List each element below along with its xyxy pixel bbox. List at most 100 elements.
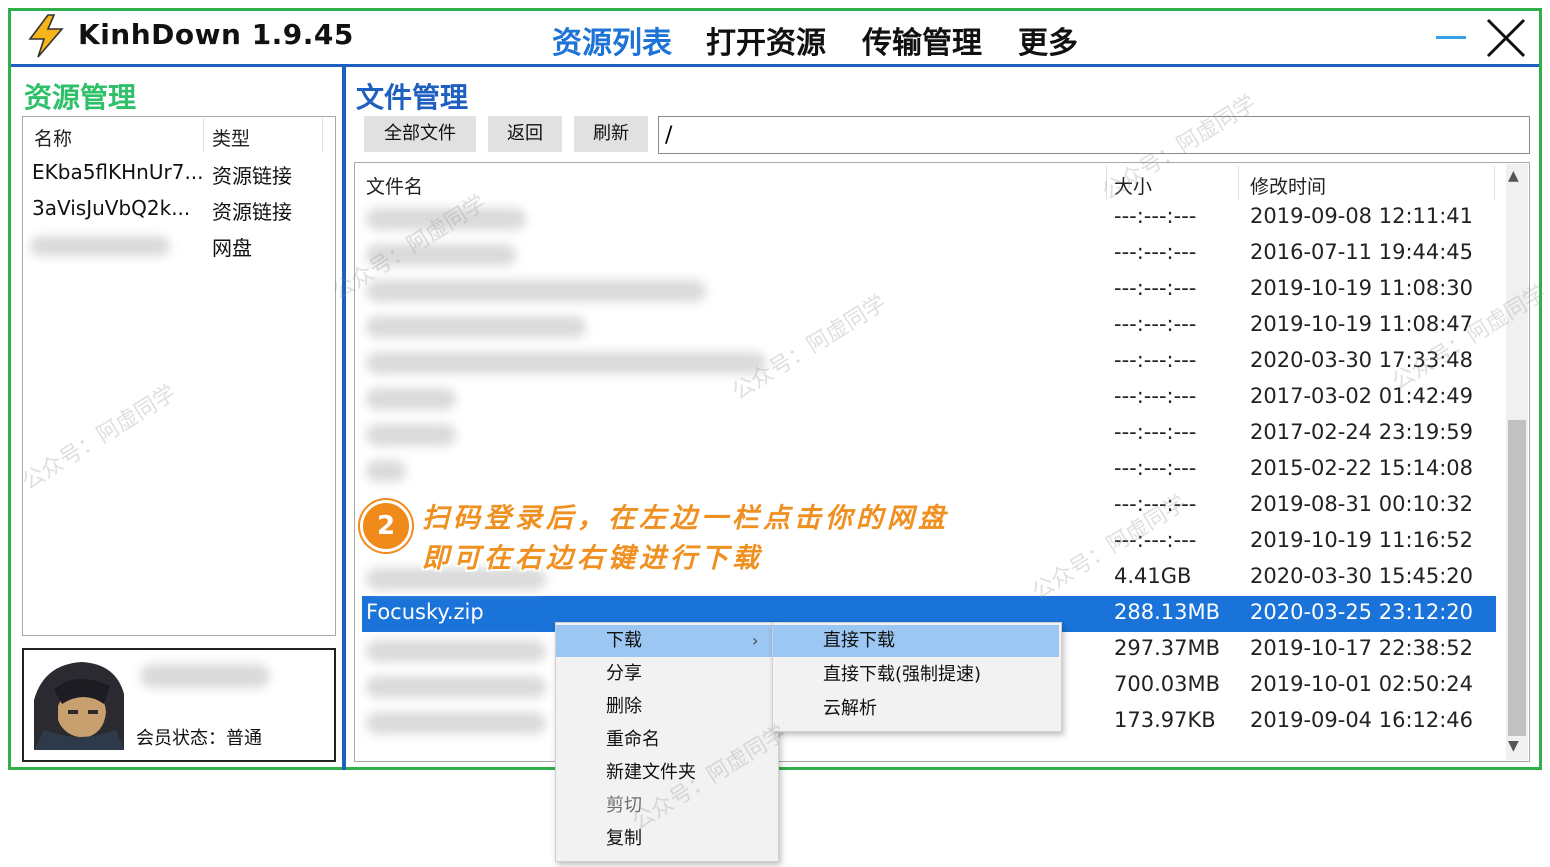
resource-column-name[interactable]: 名称 xyxy=(34,124,72,151)
menu-item-copy[interactable]: 复制 xyxy=(556,823,776,855)
file-modified-time: 2017-03-02 01:42:49 xyxy=(1250,384,1474,408)
file-column-name[interactable]: 文件名 xyxy=(366,172,423,199)
file-size: 288.13MB xyxy=(1114,600,1221,624)
menu-item-label: 下载 xyxy=(606,630,642,651)
menu-item-label: 直接下载 xyxy=(823,630,895,651)
file-modified-time: 2019-09-04 16:12:46 xyxy=(1250,708,1474,732)
minimize-button[interactable] xyxy=(1436,36,1466,39)
file-modified-time: 2016-07-11 19:44:45 xyxy=(1250,240,1474,264)
scroll-up-icon[interactable]: ▲ xyxy=(1508,168,1519,184)
refresh-button[interactable]: 刷新 xyxy=(574,116,648,152)
app-title: KinhDown 1.9.45 xyxy=(78,18,354,51)
menu-item-download[interactable]: 下载 › xyxy=(556,625,776,657)
scroll-down-icon[interactable]: ▼ xyxy=(1508,738,1519,754)
file-modified-time: 2019-10-19 11:08:47 xyxy=(1250,312,1474,336)
blurred-filename xyxy=(366,424,456,446)
file-size: ---:---:--- xyxy=(1114,276,1197,300)
context-menu: 下载 › 分享 删除 重命名 新建文件夹 剪切 复制 xyxy=(555,622,779,862)
blurred-resource-name[interactable] xyxy=(30,236,170,256)
file-size: ---:---:--- xyxy=(1114,204,1197,228)
file-modified-time: 2020-03-25 23:12:20 xyxy=(1250,600,1474,624)
file-column-modified[interactable]: 修改时间 xyxy=(1250,172,1326,199)
menu-item-rename[interactable]: 重命名 xyxy=(556,724,776,756)
menu-item-label: 云解析 xyxy=(823,698,877,719)
file-size: 700.03MB xyxy=(1114,672,1221,696)
file-management-heading: 文件管理 xyxy=(356,81,469,114)
blurred-filename xyxy=(366,640,546,662)
file-modified-time: 2019-10-01 02:50:24 xyxy=(1250,672,1474,696)
file-name: Focusky.zip xyxy=(366,600,484,624)
file-modified-time: 2019-10-17 22:38:52 xyxy=(1250,636,1474,660)
member-status: 会员状态：普通 xyxy=(136,728,262,749)
menu-item-direct-download-boost[interactable]: 直接下载(强制提速) xyxy=(773,659,1059,691)
resource-row-type[interactable]: 网盘 xyxy=(212,232,252,261)
file-size: ---:---:--- xyxy=(1114,420,1197,444)
blurred-filename xyxy=(366,208,526,230)
file-size: 4.41GB xyxy=(1114,564,1192,588)
file-row[interactable]: ---:---:--- 2015-02-22 15:14:08 xyxy=(362,452,1496,488)
blurred-filename xyxy=(366,460,406,482)
column-separator xyxy=(203,118,204,152)
file-modified-time: 2015-02-22 15:14:08 xyxy=(1250,456,1474,480)
all-files-button[interactable]: 全部文件 xyxy=(364,116,476,152)
blurred-filename xyxy=(366,244,516,266)
menu-item-new-folder[interactable]: 新建文件夹 xyxy=(556,757,776,789)
tab-more[interactable]: 更多 xyxy=(1018,18,1078,62)
blurred-filename xyxy=(366,316,586,338)
annotation-line-1: 扫码登录后，在左边一栏点击你的网盘 xyxy=(422,503,949,534)
resource-row-name[interactable]: 3aVisJuVbQ2k... xyxy=(32,196,190,220)
blurred-filename xyxy=(366,388,456,410)
menu-item-cut[interactable]: 剪切 xyxy=(556,790,776,822)
file-modified-time: 2020-03-30 17:33:48 xyxy=(1250,348,1474,372)
tab-open-resource[interactable]: 打开资源 xyxy=(706,18,826,62)
column-separator xyxy=(1494,166,1495,200)
tab-resource-list[interactable]: 资源列表 xyxy=(552,18,672,62)
avatar xyxy=(34,660,124,750)
menu-item-label: 分享 xyxy=(606,663,642,684)
file-size: ---:---:--- xyxy=(1114,528,1197,552)
menu-item-label: 直接下载(强制提速) xyxy=(823,664,982,685)
menu-item-share[interactable]: 分享 xyxy=(556,658,776,690)
menu-item-label: 复制 xyxy=(606,828,642,849)
file-row[interactable]: ---:---:--- 2017-02-24 23:19:59 xyxy=(362,416,1496,452)
file-size: ---:---:--- xyxy=(1114,492,1197,516)
resource-row-type[interactable]: 资源链接 xyxy=(212,160,292,189)
file-row[interactable]: ---:---:--- 2017-03-02 01:42:49 xyxy=(362,380,1496,416)
close-icon[interactable] xyxy=(1482,14,1530,62)
lightning-app-icon xyxy=(28,14,64,58)
file-size: ---:---:--- xyxy=(1114,348,1197,372)
menu-item-direct-download[interactable]: 直接下载 xyxy=(773,625,1059,657)
blurred-filename xyxy=(366,676,546,698)
blurred-username xyxy=(140,664,270,688)
file-modified-time: 2019-10-19 11:16:52 xyxy=(1250,528,1474,552)
file-row[interactable]: ---:---:--- 2019-09-08 12:11:41 xyxy=(362,200,1496,236)
blurred-filename xyxy=(366,712,546,734)
back-button[interactable]: 返回 xyxy=(488,116,562,152)
resource-column-type[interactable]: 类型 xyxy=(212,124,250,151)
path-input[interactable] xyxy=(658,116,1530,154)
file-size: ---:---:--- xyxy=(1114,240,1197,264)
step-number-badge: 2 xyxy=(360,500,412,552)
title-divider xyxy=(11,64,1539,67)
scrollbar-thumb[interactable] xyxy=(1508,420,1526,736)
resource-row-name[interactable]: EKba5flKHnUr7... xyxy=(32,160,204,184)
file-size: 173.97KB xyxy=(1114,708,1216,732)
file-modified-time: 2019-08-31 00:10:32 xyxy=(1250,492,1474,516)
file-column-size[interactable]: 大小 xyxy=(1114,172,1152,199)
menu-item-label: 剪切 xyxy=(606,795,642,816)
file-modified-time: 2020-03-30 15:45:20 xyxy=(1250,564,1474,588)
tab-transfer-management[interactable]: 传输管理 xyxy=(862,18,982,62)
file-row[interactable]: ---:---:--- 2016-07-11 19:44:45 xyxy=(362,236,1496,272)
column-separator xyxy=(1238,166,1239,200)
menu-item-cloud-parse[interactable]: 云解析 xyxy=(773,693,1059,725)
resource-row-type[interactable]: 资源链接 xyxy=(212,196,292,225)
resource-table xyxy=(22,116,336,636)
column-separator xyxy=(322,118,323,152)
annotation-line-2: 即可在右边右键进行下载 xyxy=(422,543,763,574)
column-separator xyxy=(1106,166,1107,200)
blurred-filename xyxy=(366,352,766,374)
file-modified-time: 2019-09-08 12:11:41 xyxy=(1250,204,1474,228)
menu-item-delete[interactable]: 删除 xyxy=(556,691,776,723)
file-size: 297.37MB xyxy=(1114,636,1221,660)
menu-item-label: 新建文件夹 xyxy=(606,762,696,783)
